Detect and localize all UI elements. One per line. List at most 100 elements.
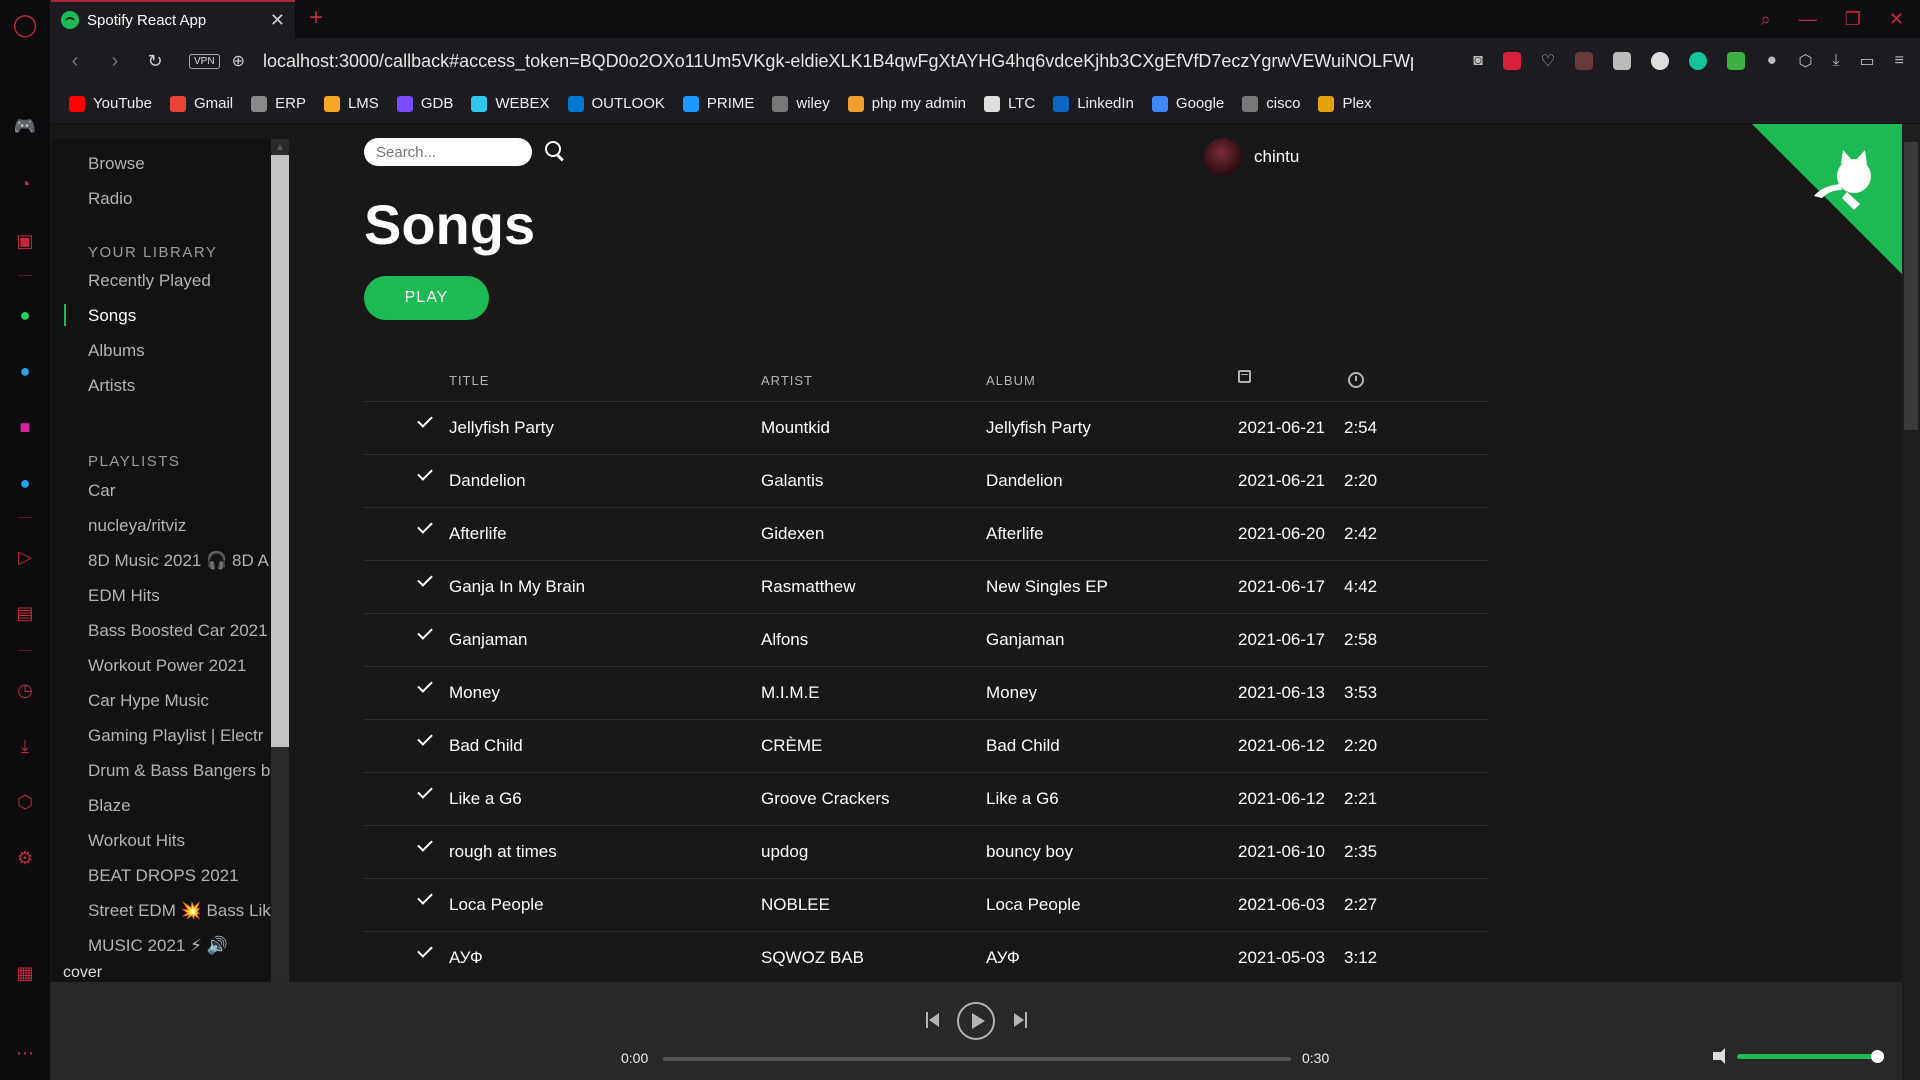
bookmark-youtube[interactable]: YouTube	[69, 95, 152, 112]
table-row[interactable]: Loca People NOBLEE Loca People 2021-06-03 2:…	[364, 879, 1489, 932]
volume-slider[interactable]	[1737, 1054, 1878, 1059]
back-icon[interactable]: ‹	[59, 50, 91, 73]
volume-icon[interactable]	[1713, 1048, 1725, 1064]
sidebar-playlist[interactable]: nucleya/ritviz	[88, 516, 186, 536]
more-icon[interactable]: ⋯	[12, 1040, 38, 1066]
check-icon[interactable]	[417, 624, 433, 640]
bookmark-erp[interactable]: ERP	[251, 95, 306, 112]
column-artist[interactable]: ARTIST	[761, 373, 813, 388]
table-row[interactable]: Afterlife Gidexen Afterlife 2021-06-20 2:42	[364, 508, 1489, 561]
sidebar-playlist[interactable]: Drum & Bass Bangers b	[88, 761, 270, 781]
table-row[interactable]: Bad Child CRÈME Bad Child 2021-06-12 2:20	[364, 720, 1489, 773]
close-icon[interactable]: ✕	[270, 10, 285, 31]
search-icon[interactable]	[545, 141, 561, 157]
bookmark-linkedin[interactable]: LinkedIn	[1053, 95, 1134, 112]
sidebar-item-songs[interactable]: Songs	[88, 306, 136, 326]
github-corner-icon[interactable]	[1752, 124, 1902, 274]
sidebar-playlist[interactable]: 8D Music 2021 🎧 8D A	[88, 551, 269, 571]
cube-icon[interactable]: ⬡	[1798, 51, 1812, 71]
sidebar-playlist[interactable]: MUSIC 2021 ⚡ 🔊	[88, 936, 228, 956]
extension-icon[interactable]: ⚫	[1765, 51, 1778, 71]
table-row[interactable]: Dandelion Galantis Dandelion 2021-06-21 2:20	[364, 455, 1489, 508]
minimize-icon[interactable]: —	[1799, 9, 1817, 30]
table-row[interactable]: Jellyfish Party Mountkid Jellyfish Party 20…	[364, 402, 1489, 455]
table-row[interactable]: АУФ SQWOZ BAB АУФ 2021-05-03 3:12	[364, 932, 1489, 982]
sidebar-playlist[interactable]: EDM Hits	[88, 586, 160, 606]
bookmark-php-my-admin[interactable]: php my admin	[847, 95, 966, 112]
calendar-icon[interactable]	[1238, 370, 1251, 383]
gamepad-icon[interactable]: 🎮	[12, 113, 38, 139]
twitter-icon[interactable]: ●	[12, 470, 38, 496]
reload-icon[interactable]: ↻	[139, 51, 171, 72]
check-icon[interactable]	[417, 465, 433, 481]
check-icon[interactable]	[417, 889, 433, 905]
table-row[interactable]: rough at times updog bouncy boy 2021-06-10 2…	[364, 826, 1489, 879]
check-icon[interactable]	[417, 571, 433, 587]
check-icon[interactable]	[417, 942, 433, 958]
volume-slider-thumb[interactable]	[1871, 1050, 1884, 1063]
shield-extension-icon[interactable]	[1502, 52, 1521, 70]
forward-icon[interactable]: ›	[99, 50, 131, 73]
table-row[interactable]: Ganjaman Alfons Ganjaman 2021-06-17 2:58	[364, 614, 1489, 667]
check-icon[interactable]	[417, 730, 433, 746]
column-title[interactable]: TITLE	[449, 373, 489, 388]
battery-icon[interactable]: ▭	[1860, 51, 1875, 71]
column-album[interactable]: ALBUM	[986, 373, 1036, 388]
wallet-icon[interactable]: ▤	[12, 600, 38, 626]
telegram-icon[interactable]: ●	[12, 358, 38, 384]
progress-bar[interactable]	[663, 1057, 1291, 1061]
grammarly-icon[interactable]	[1689, 52, 1708, 70]
player-icon[interactable]: ▷	[12, 544, 38, 570]
sidebar-item-radio[interactable]: Radio	[88, 189, 132, 209]
bookmark-cisco[interactable]: cisco	[1242, 95, 1300, 112]
bookmark-lms[interactable]: LMS	[323, 95, 379, 112]
check-icon[interactable]	[417, 783, 433, 799]
sidebar-item-browse[interactable]: Browse	[88, 154, 145, 174]
bookmark-google[interactable]: Google	[1151, 95, 1224, 112]
check-icon[interactable]	[417, 836, 433, 852]
table-row[interactable]: Money M.I.M.E Money 2021-06-13 3:53	[364, 667, 1489, 720]
close-window-icon[interactable]: ✕	[1889, 9, 1904, 30]
user-profile[interactable]: chintu	[1204, 138, 1299, 176]
hardware-monitor-icon[interactable]: ▦	[12, 960, 38, 986]
check-icon[interactable]	[417, 518, 433, 534]
sidebar-playlist[interactable]: Car	[88, 481, 115, 501]
check-icon[interactable]	[417, 677, 433, 693]
avatar[interactable]	[1204, 138, 1242, 176]
sidebar-playlist[interactable]: Gaming Playlist | Electr	[88, 726, 263, 746]
bookmark-ltc[interactable]: LTC	[983, 95, 1035, 112]
bookmark-wiley[interactable]: wiley	[772, 95, 830, 112]
url-field[interactable]: localhost:3000/callback#access_token=BQD…	[263, 51, 1413, 72]
bookmark-webex[interactable]: WEBEX	[471, 95, 550, 112]
extension-icon[interactable]	[1613, 52, 1632, 70]
globe-icon[interactable]: ⊕	[232, 51, 245, 71]
bookmark-gmail[interactable]: Gmail	[169, 95, 233, 112]
bookmark-gdb[interactable]: GDB	[396, 95, 453, 112]
speed-dial-icon[interactable]: ◔	[12, 171, 38, 197]
sidebar-playlist[interactable]: Workout Hits	[88, 831, 185, 851]
sidebar-playlist[interactable]: Car Hype Music	[88, 691, 209, 711]
extension-icon[interactable]	[1651, 52, 1670, 70]
search-box[interactable]	[364, 138, 532, 166]
table-row[interactable]: Ganja In My Brain Rasmatthew New Singles E…	[364, 561, 1489, 614]
check-icon[interactable]	[417, 412, 433, 428]
bag-icon[interactable]: ▣	[12, 228, 38, 254]
extensions-icon[interactable]: ⬡	[12, 789, 38, 815]
previous-track-icon[interactable]	[926, 1012, 940, 1028]
vpn-badge[interactable]: VPN	[189, 53, 220, 69]
next-track-icon[interactable]	[1013, 1012, 1027, 1028]
tab-spotify[interactable]: Spotify React App ✕	[51, 0, 295, 38]
opera-logo-icon[interactable]: ◯	[12, 12, 38, 38]
heart-icon[interactable]: ♡	[1541, 51, 1555, 71]
sidebar-scrollbar-thumb[interactable]	[271, 155, 289, 747]
history-icon[interactable]: ◷	[12, 677, 38, 703]
adblock-shield-icon[interactable]	[1727, 52, 1746, 70]
scroll-up-icon[interactable]: ▲	[275, 142, 285, 153]
sidebar-item-recently-played[interactable]: Recently Played	[88, 271, 211, 291]
new-tab-icon[interactable]: +	[309, 4, 323, 32]
table-row[interactable]: Like a G6 Groove Crackers Like a G6 2021-06…	[364, 773, 1489, 826]
sidebar-playlist[interactable]: Bass Boosted Car 2021	[88, 621, 268, 641]
instagram-icon[interactable]: ■	[12, 414, 38, 440]
downloads-icon[interactable]: ⤓	[12, 733, 38, 759]
extension-icon[interactable]	[1575, 52, 1594, 70]
